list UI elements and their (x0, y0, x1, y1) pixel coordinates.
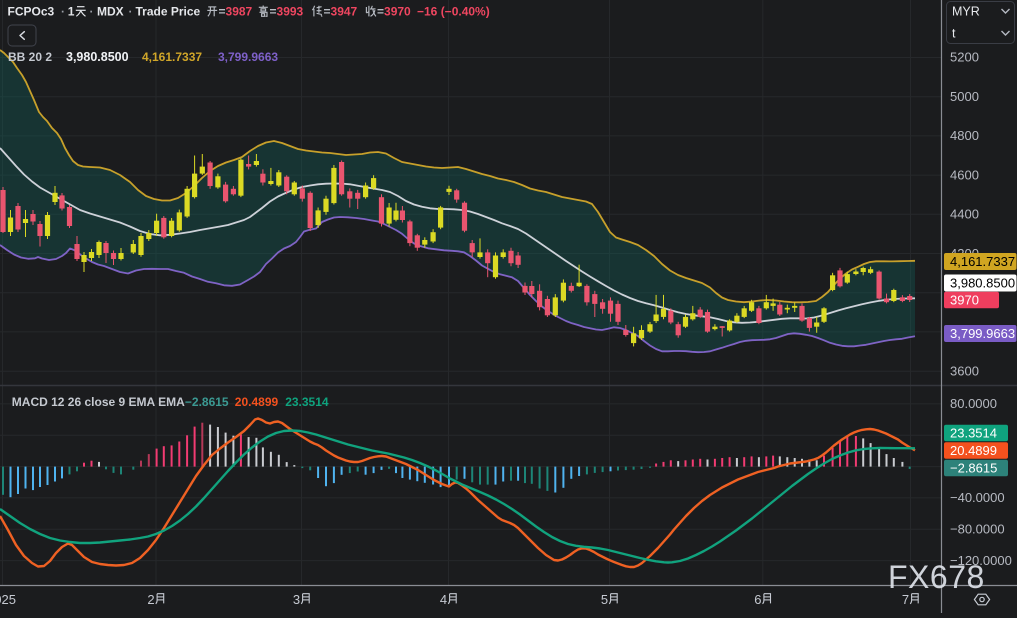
svg-text:4,161.7337: 4,161.7337 (950, 254, 1015, 269)
svg-text:·: · (61, 5, 65, 19)
svg-text:4800: 4800 (950, 128, 979, 143)
svg-text:3,980.8500: 3,980.8500 (66, 50, 129, 64)
svg-text:4,161.7337: 4,161.7337 (142, 50, 202, 64)
svg-text:20.4899: 20.4899 (950, 443, 997, 458)
svg-text:5: 5 (601, 592, 608, 607)
svg-text:3,980.8500: 3,980.8500 (950, 276, 1015, 291)
svg-text:3970: 3970 (950, 293, 979, 308)
svg-text:2: 2 (147, 592, 154, 607)
svg-text:5200: 5200 (950, 50, 979, 65)
svg-text:−120.0000: −120.0000 (950, 553, 1012, 568)
svg-text:t: t (952, 27, 956, 41)
svg-text:3: 3 (293, 592, 300, 607)
svg-text:6: 6 (754, 592, 761, 607)
svg-text:·: · (90, 5, 94, 19)
svg-text:4400: 4400 (950, 207, 979, 222)
svg-text:−2.8615: −2.8615 (185, 395, 229, 409)
svg-text:2025: 2025 (0, 592, 16, 607)
svg-text:Trade Price: Trade Price (136, 5, 201, 19)
svg-text:=3993: =3993 (270, 5, 304, 19)
svg-text:MACD 12 26 close 9 EMA EMA: MACD 12 26 close 9 EMA EMA (12, 395, 185, 409)
svg-text:−2.8615: −2.8615 (950, 461, 997, 476)
svg-text:−16 (−0.40%): −16 (−0.40%) (417, 5, 490, 19)
svg-text:3,799.9663: 3,799.9663 (218, 50, 278, 64)
svg-text:−40.0000: −40.0000 (950, 490, 1005, 505)
svg-text:BB 20 2: BB 20 2 (8, 50, 52, 64)
svg-text:3600: 3600 (950, 363, 979, 378)
svg-text:−80.0000: −80.0000 (950, 522, 1005, 537)
svg-text:23.3514: 23.3514 (285, 395, 329, 409)
svg-text:MDX: MDX (97, 5, 124, 19)
svg-text:80.0000: 80.0000 (950, 396, 997, 411)
svg-text:7: 7 (902, 592, 909, 607)
svg-text:20.4899: 20.4899 (235, 395, 279, 409)
svg-text:=3987: =3987 (219, 5, 253, 19)
svg-text:3,799.9663: 3,799.9663 (950, 326, 1015, 341)
svg-text:=3947: =3947 (324, 5, 358, 19)
svg-text:4600: 4600 (950, 167, 979, 182)
svg-text:4: 4 (440, 592, 447, 607)
svg-text:23.3514: 23.3514 (950, 426, 997, 441)
svg-text:5000: 5000 (950, 89, 979, 104)
svg-text:FCPOc3: FCPOc3 (8, 5, 55, 19)
svg-text:1: 1 (68, 5, 75, 19)
svg-text:MYR: MYR (952, 5, 980, 19)
svg-text:=3970: =3970 (377, 5, 411, 19)
svg-text:·: · (129, 5, 133, 19)
